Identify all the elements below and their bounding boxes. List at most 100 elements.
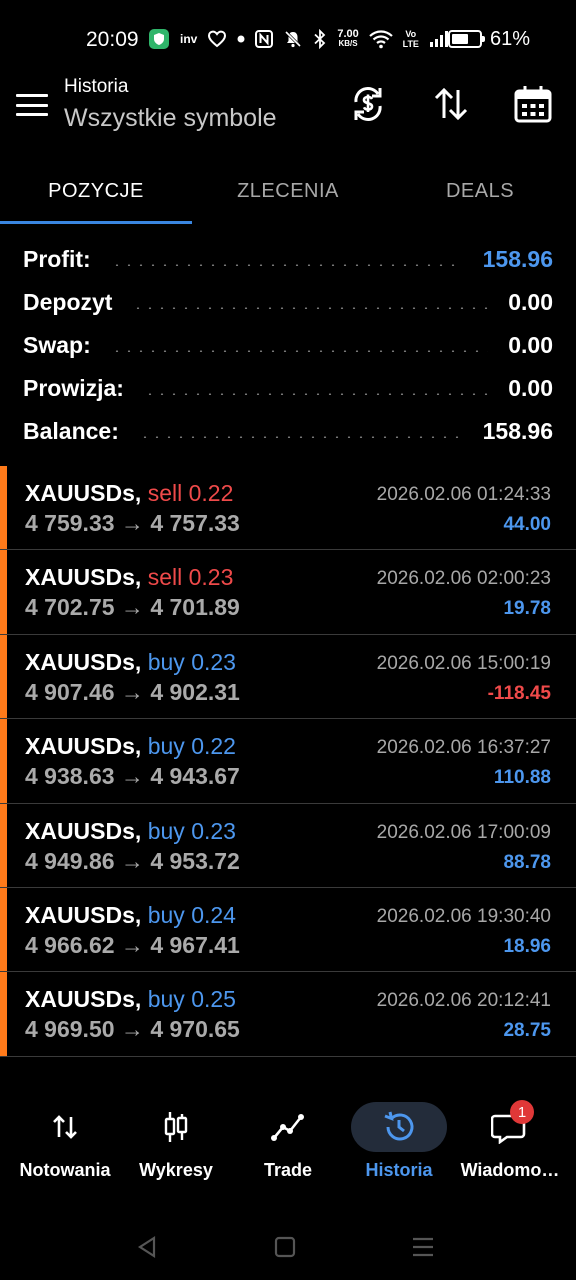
direction-label: sell	[147, 480, 183, 506]
summary-value: 158.96	[482, 246, 553, 272]
symbol-name: XAUUSDs,	[25, 480, 142, 506]
menu-button[interactable]	[16, 92, 48, 118]
status-bar: 20:09 inv 7.00 KB/S Vo LTE 61%	[0, 0, 576, 78]
trade-profit: 28.75	[503, 1020, 551, 1042]
trade-volume: 0.22	[191, 733, 236, 760]
trade-prices: 4 966.62 → 4 967.41	[25, 932, 240, 959]
trade-symbol: XAUUSDs, sell 0.22	[25, 480, 233, 507]
nav-quotes[interactable]: Notowania	[9, 1096, 121, 1196]
candlestick-icon	[128, 1102, 224, 1152]
direction-label: buy	[147, 901, 185, 928]
trade-row[interactable]: XAUUSDs, buy 0.23 4 907.46 → 4 902.31 2026…	[0, 634, 576, 720]
trade-time: 2026.02.06 20:12:41	[376, 990, 551, 1012]
trade-direction: buy 0.23	[148, 818, 236, 844]
summary-row-commission: Prowizja: 0.00	[0, 367, 576, 410]
trade-volume: 0.23	[191, 817, 236, 844]
chat-bubble-icon: 1	[462, 1100, 558, 1152]
summary-label: Swap:	[23, 332, 91, 358]
network-speed: 7.00 KB/S	[337, 27, 358, 51]
dot-icon	[237, 27, 245, 51]
wifi-icon	[369, 27, 393, 51]
summary-label: Profit:	[23, 246, 91, 272]
dotted-leader	[143, 392, 489, 395]
trade-direction: buy 0.22	[148, 733, 236, 759]
trade-time: 2026.02.06 19:30:40	[376, 905, 551, 927]
close-price: 4 943.67	[150, 763, 240, 790]
trade-row[interactable]: XAUUSDs, buy 0.22 4 938.63 → 4 943.67 2026…	[0, 719, 576, 804]
trade-volume: 0.22	[188, 480, 234, 506]
summary-label: Depozyt	[23, 289, 113, 315]
trade-prices: 4 949.86 → 4 953.72	[25, 848, 240, 875]
trade-symbol: XAUUSDs, buy 0.24	[25, 902, 236, 929]
symbol-name: XAUUSDs,	[25, 817, 142, 844]
trade-prices: 4 938.63 → 4 943.67	[25, 763, 240, 790]
trade-time: 2026.02.06 15:00:19	[376, 652, 551, 674]
mute-bell-icon	[283, 27, 303, 51]
open-price: 4 969.50	[25, 1016, 115, 1043]
close-price: 4 902.31	[150, 678, 240, 705]
trade-symbol: XAUUSDs, buy 0.22	[25, 733, 236, 760]
symbol-filter[interactable]: Wszystkie symbole	[64, 104, 277, 133]
home-button[interactable]	[270, 1232, 300, 1262]
active-tab-indicator	[0, 221, 192, 224]
nav-trade[interactable]: Trade	[232, 1096, 344, 1196]
symbol-name: XAUUSDs,	[25, 564, 142, 591]
nfc-icon	[255, 27, 274, 51]
trade-symbol: XAUUSDs, buy 0.23	[25, 818, 236, 845]
trade-row[interactable]: XAUUSDs, buy 0.24 4 966.62 → 4 967.41 2026…	[0, 887, 576, 973]
summary-row-balance: Balance: 158.96	[0, 410, 576, 453]
direction-label: buy	[147, 733, 185, 760]
trade-status-bar	[0, 719, 7, 803]
trade-direction: sell 0.22	[148, 480, 234, 506]
nav-messages[interactable]: 1 Wiadomo…	[454, 1096, 566, 1196]
close-price: 4 701.89	[150, 594, 240, 621]
trade-prices: 4 702.75 → 4 701.89	[25, 594, 240, 621]
recents-button[interactable]	[408, 1232, 438, 1262]
arrow: →	[120, 847, 144, 874]
dotted-leader	[132, 306, 489, 309]
trade-status-bar	[0, 887, 7, 972]
currency-exchange-icon	[354, 87, 382, 121]
trade-row[interactable]: XAUUSDs, buy 0.23 4 949.86 → 4 953.72 2026…	[0, 803, 576, 888]
tab-positions[interactable]: POZYCJE	[0, 160, 192, 222]
trade-profit: 44.00	[503, 514, 551, 535]
trade-row[interactable]: XAUUSDs, sell 0.23 4 702.75 → 4 701.89 202…	[0, 550, 576, 635]
home-square-icon	[274, 1236, 296, 1258]
sort-button[interactable]	[429, 82, 473, 126]
quotes-arrows-icon	[17, 1102, 113, 1152]
trade-symbol: XAUUSDs, buy 0.25	[25, 986, 236, 1013]
status-notification-icons: inv 7.00 KB/S Vo LTE	[148, 26, 449, 52]
battery-indicator: 61%	[447, 26, 530, 52]
trade-direction: buy 0.24	[148, 902, 236, 928]
trade-status-bar	[0, 803, 7, 887]
calendar-button[interactable]	[511, 82, 555, 126]
nav-label: Historia	[365, 1160, 433, 1180]
dotted-leader	[138, 435, 463, 438]
arrow: →	[120, 510, 144, 536]
tab-orders[interactable]: ZLECENIA	[192, 160, 384, 222]
history-clock-icon	[351, 1102, 447, 1152]
trade-line-icon	[240, 1102, 336, 1152]
unread-badge: 1	[510, 1100, 534, 1124]
summary-row-profit: Profit: 158.96	[0, 238, 576, 281]
menu-bar	[16, 103, 48, 107]
trade-time: 2026.02.06 17:00:09	[376, 821, 551, 843]
trade-volume: 0.23	[188, 564, 234, 591]
trade-status-bar	[0, 550, 7, 634]
shield-app-icon	[148, 27, 170, 51]
trade-profit: 88.78	[503, 851, 551, 873]
system-navigation	[0, 1212, 576, 1280]
recents-lines-icon	[413, 1237, 433, 1257]
currency-exchange-button[interactable]	[346, 82, 390, 126]
inv-app-icon: inv	[180, 32, 198, 46]
trade-row[interactable]: XAUUSDs, sell 0.22 4 759.33 → 4 757.33 202…	[0, 466, 576, 551]
trade-row[interactable]: XAUUSDs, buy 0.25 4 969.50 → 4 970.65 2026…	[0, 972, 576, 1057]
back-button[interactable]	[132, 1232, 162, 1262]
nav-charts[interactable]: Wykresy	[120, 1096, 232, 1196]
trade-time: 2026.02.06 02:00:23	[376, 568, 551, 590]
trade-volume: 0.23	[191, 648, 236, 675]
nav-history[interactable]: Historia	[343, 1096, 455, 1196]
tab-deals[interactable]: DEALS	[384, 160, 576, 222]
trade-prices: 4 759.33 → 4 757.33	[25, 510, 240, 537]
network-speed-value: 7.00	[337, 28, 359, 40]
